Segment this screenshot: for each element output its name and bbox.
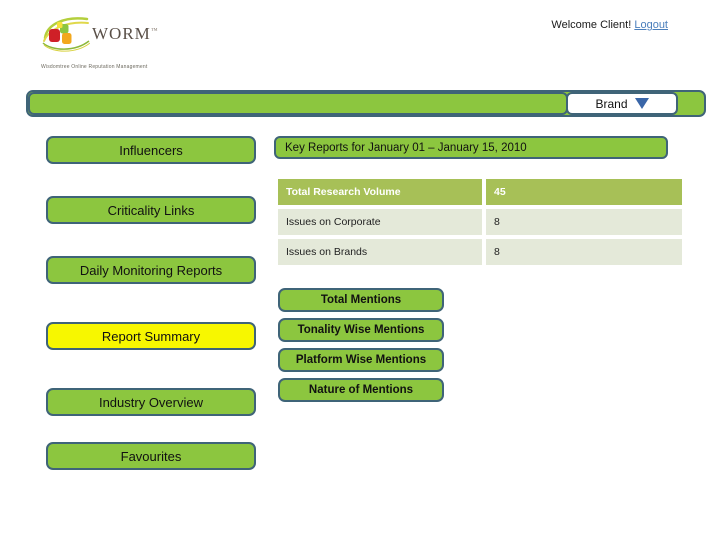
brand-bar: Brand	[26, 90, 706, 117]
table-cell-label: Total Research Volume	[278, 179, 482, 205]
sidebar-item-criticality-links[interactable]: Criticality Links	[46, 196, 256, 224]
table-cell-label: Issues on Brands	[278, 239, 482, 265]
report-button-label: Total Mentions	[320, 294, 402, 306]
logo-wordmark-text: WORM	[92, 24, 151, 43]
table-cell-label: Issues on Corporate	[278, 209, 482, 235]
worm-logo: WORM™ Wisdomtree Online Reputation Manag…	[38, 12, 160, 74]
report-button-tonality-wise-mentions[interactable]: Tonality Wise Mentions	[278, 318, 444, 342]
key-reports-title-text: Key Reports for January 01 – January 15,…	[285, 141, 527, 154]
key-reports-table: Total Research Volume 45 Issues on Corpo…	[278, 179, 682, 265]
worm-logo-icon	[42, 17, 90, 52]
sidebar-item-influencers[interactable]: Influencers	[46, 136, 256, 164]
brand-bar-fill	[28, 92, 568, 115]
page-header: WORM™ Wisdomtree Online Reputation Manag…	[0, 0, 720, 88]
report-button-nature-of-mentions[interactable]: Nature of Mentions	[278, 378, 444, 402]
logo-wordmark: WORM™	[92, 24, 159, 44]
sidebar-item-report-summary[interactable]: Report Summary	[46, 322, 256, 350]
table-cell-value: 8	[486, 239, 682, 265]
table-cell-value: 45	[486, 179, 682, 205]
logo-tagline: Wisdomtree Online Reputation Management	[41, 64, 148, 70]
sidebar-item-favourites[interactable]: Favourites	[46, 442, 256, 470]
sidebar-item-daily-monitoring-reports[interactable]: Daily Monitoring Reports	[46, 256, 256, 284]
sidebar-item-label: Influencers	[119, 142, 183, 158]
welcome-bar: Welcome Client! Logout	[551, 19, 668, 31]
key-reports-title: Key Reports for January 01 – January 15,…	[274, 136, 668, 159]
table-row: Issues on Brands 8	[278, 239, 682, 265]
logout-link[interactable]: Logout	[634, 19, 668, 31]
brand-dropdown[interactable]: Brand	[566, 92, 678, 115]
report-button-platform-wise-mentions[interactable]: Platform Wise Mentions	[278, 348, 444, 372]
report-button-total-mentions[interactable]: Total Mentions	[278, 288, 444, 312]
report-button-label: Nature of Mentions	[308, 384, 414, 396]
table-cell-value: 8	[486, 209, 682, 235]
report-button-label: Tonality Wise Mentions	[297, 324, 425, 336]
brand-dropdown-label: Brand	[595, 96, 628, 111]
report-button-label: Platform Wise Mentions	[295, 354, 427, 366]
sidebar-item-label: Favourites	[120, 448, 182, 464]
table-row: Total Research Volume 45	[278, 179, 682, 205]
sidebar-item-label: Report Summary	[101, 328, 201, 344]
logo-trademark: ™	[150, 26, 159, 35]
sidebar-item-label: Industry Overview	[98, 394, 204, 410]
table-row: Issues on Corporate 8	[278, 209, 682, 235]
sidebar-item-industry-overview[interactable]: Industry Overview	[46, 388, 256, 416]
welcome-text: Welcome Client!	[551, 19, 632, 31]
sidebar-item-label: Daily Monitoring Reports	[79, 262, 223, 278]
sidebar-item-label: Criticality Links	[107, 202, 195, 218]
chevron-down-icon	[634, 98, 649, 109]
